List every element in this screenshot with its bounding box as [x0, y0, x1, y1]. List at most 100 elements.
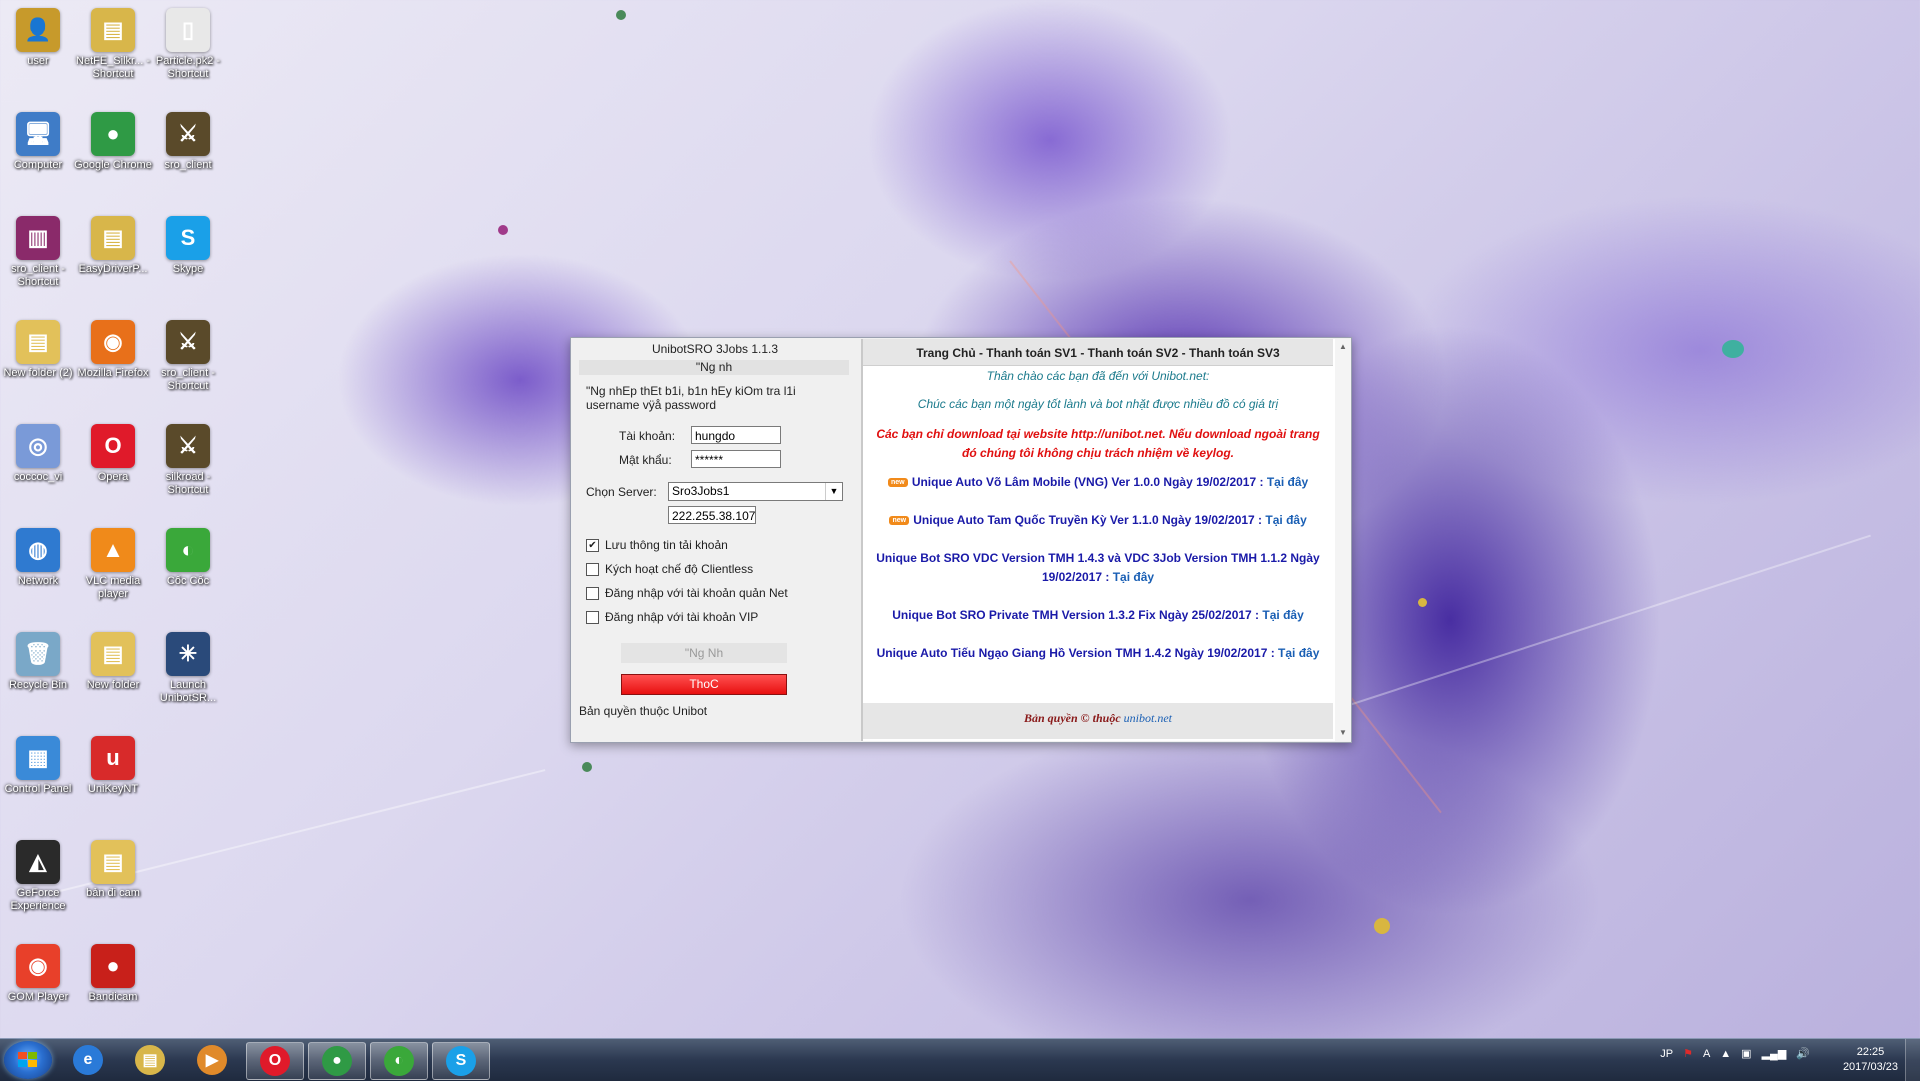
app-icon[interactable]: ● [91, 112, 135, 156]
tray-expand-icon[interactable]: ▲ [1720, 1048, 1731, 1060]
desktop-icon[interactable]: ▤ New folder (2) [0, 320, 77, 380]
app-icon[interactable]: 🗑 [16, 632, 60, 676]
exit-button[interactable]: ThoC [621, 674, 787, 695]
app-icon[interactable]: O [91, 424, 135, 468]
desktop-icon[interactable]: ▥ sro_client - Shortcut [0, 216, 77, 289]
desktop-icon[interactable]: 🖥 Computer [0, 112, 77, 172]
app-icon[interactable]: 🖥 [16, 112, 60, 156]
password-input[interactable]: ****** [691, 450, 781, 468]
desktop-icon[interactable]: ◭ GeForce Experience [0, 840, 77, 913]
save-account-checkbox[interactable]: ✔ Lưu thông tin tải khoản [586, 538, 728, 552]
app-icon[interactable]: ▯ [166, 8, 210, 52]
download-link-4[interactable]: Unique Auto Tiếu Ngạo Giang Hồ Version T… [869, 644, 1327, 663]
app-icon[interactable]: ● [91, 944, 135, 988]
taskbar-media-player[interactable]: ▶ [184, 1042, 240, 1078]
checkbox-checked-icon[interactable]: ✔ [586, 538, 599, 552]
network-signal-icon[interactable]: ▂▄▆ [1762, 1047, 1787, 1060]
vip-account-checkbox[interactable]: Đăng nhập với tài khoản VIP [586, 610, 758, 624]
app-icon[interactable]: ✳ [166, 632, 210, 676]
app-icon[interactable]: ◭ [16, 840, 60, 884]
app-icon[interactable]: ◎ [16, 424, 60, 468]
app-icon[interactable]: ▤ [91, 840, 135, 884]
clientless-checkbox[interactable]: Kých hoạt chế độ Clientless [586, 562, 753, 576]
desktop-icon[interactable]: ✳ Launch UnibotSR... [149, 632, 227, 705]
desktop-icon[interactable]: ⚔ silkroad - Shortcut [149, 424, 227, 497]
checkbox-icon[interactable] [586, 610, 599, 624]
app-icon[interactable]: ▤ [91, 216, 135, 260]
app-icon[interactable]: ⚔ [166, 320, 210, 364]
desktop-icon[interactable]: O Opera [74, 424, 152, 484]
taskbar-skype[interactable]: S [432, 1042, 490, 1080]
taskbar-opera[interactable]: O [246, 1042, 304, 1080]
app-icon[interactable]: ◍ [16, 528, 60, 572]
app-icon[interactable]: 👤 [16, 8, 60, 52]
desktop-icon[interactable]: S Skype [149, 216, 227, 276]
app-icon[interactable]: ◉ [91, 320, 135, 364]
download-here-link[interactable]: Tại đây [1265, 513, 1306, 527]
desktop-icon[interactable]: ▯ Particle.pk2 - Shortcut [149, 8, 227, 81]
desktop-icon[interactable]: ● Bandicam [74, 944, 152, 1004]
username-input[interactable]: hungdo [691, 426, 781, 444]
net-account-checkbox[interactable]: Đăng nhập với tài khoản quản Net [586, 586, 788, 600]
download-link-2[interactable]: Unique Bot SRO VDC Version TMH 1.4.3 và … [869, 549, 1327, 587]
scrollbar[interactable]: ▲ ▼ [1335, 339, 1351, 741]
desktop-icon[interactable]: ◍ Network [0, 528, 77, 588]
download-here-link[interactable]: Tại đây [1278, 646, 1319, 660]
desktop-icon[interactable]: u UniKeyNT [74, 736, 152, 796]
app-icon[interactable]: ▲ [91, 528, 135, 572]
app-icon[interactable]: u [91, 736, 135, 780]
app-icon[interactable]: ⚔ [166, 424, 210, 468]
news-nav[interactable]: Trang Chủ - Thanh toán SV1 - Thanh toán … [863, 339, 1333, 366]
download-link-3[interactable]: Unique Bot SRO Private TMH Version 1.3.2… [869, 606, 1327, 625]
desktop-icon[interactable]: ◎ coccoc_vi [0, 424, 77, 484]
taskbar-coccoc[interactable]: ◐ [370, 1042, 428, 1080]
show-desktop-button[interactable] [1905, 1039, 1920, 1081]
chevron-down-icon[interactable]: ▼ [825, 483, 842, 500]
flag-icon[interactable]: ⚑ [1683, 1047, 1693, 1060]
server-ip-field[interactable]: 222.255.38.107 [668, 506, 756, 524]
action-center-icon[interactable]: ▣ [1741, 1047, 1751, 1060]
language-indicator[interactable]: JP [1660, 1048, 1673, 1060]
app-icon[interactable]: ▦ [16, 736, 60, 780]
desktop-icon[interactable]: ▤ New folder [74, 632, 152, 692]
download-link-1[interactable]: new Unique Auto Tam Quốc Truyền Kỳ Ver 1.… [869, 511, 1327, 530]
login-button[interactable]: "Ng Nh [621, 643, 787, 663]
clock[interactable]: 22:25 2017/03/23 [1843, 1045, 1898, 1075]
desktop-icon[interactable]: ◉ Mozilla Firefox [74, 320, 152, 380]
app-icon[interactable]: ▤ [91, 632, 135, 676]
app-icon[interactable]: ▤ [91, 8, 135, 52]
download-here-link[interactable]: Tại đây [1262, 608, 1303, 622]
desktop-icon[interactable]: 🗑 Recycle Bin [0, 632, 77, 692]
app-icon[interactable]: ◉ [16, 944, 60, 988]
scroll-down-icon[interactable]: ▼ [1335, 725, 1351, 741]
download-here-link[interactable]: Tại đây [1267, 475, 1308, 489]
server-select[interactable]: Sro3Jobs1 ▼ [668, 482, 843, 501]
checkbox-icon[interactable] [586, 562, 599, 576]
taskbar-internet-explorer[interactable]: e [60, 1042, 116, 1078]
app-icon[interactable]: ▥ [16, 216, 60, 260]
app-icon[interactable]: ▤ [16, 320, 60, 364]
footer-site-link[interactable]: unibot.net [1124, 711, 1172, 725]
desktop-icon[interactable]: ⚔ sro_client [149, 112, 227, 172]
download-link-0[interactable]: new Unique Auto Võ Lâm Mobile (VNG) Ver 1… [869, 473, 1327, 492]
desktop-icon[interactable]: ● Google Chrome [74, 112, 152, 172]
desktop-icon[interactable]: ⚔ sro_client - Shortcut [149, 320, 227, 393]
desktop-icon[interactable]: 👤 user [0, 8, 77, 68]
taskbar-chrome[interactable]: ● [308, 1042, 366, 1080]
desktop-icon[interactable]: ▤ EasyDriverP... [74, 216, 152, 276]
desktop-icon[interactable]: ▤ bản đi cam [74, 840, 152, 900]
desktop-icon[interactable]: ◐ Cốc Cốc [149, 528, 227, 588]
volume-icon[interactable]: 🔊 [1796, 1047, 1810, 1060]
scroll-up-icon[interactable]: ▲ [1335, 339, 1351, 355]
desktop-icon[interactable]: ◉ GOM Player [0, 944, 77, 1004]
download-here-link[interactable]: Tại đây [1113, 570, 1154, 584]
ime-indicator[interactable]: A [1703, 1048, 1710, 1060]
app-icon[interactable]: ⚔ [166, 112, 210, 156]
desktop-icon[interactable]: ▲ VLC media player [74, 528, 152, 601]
desktop-icon[interactable]: ▤ NetFE_Silkr... - Shortcut [74, 8, 152, 81]
checkbox-icon[interactable] [586, 586, 599, 600]
start-button[interactable] [4, 1041, 52, 1079]
app-icon[interactable]: S [166, 216, 210, 260]
app-icon[interactable]: ◐ [166, 528, 210, 572]
desktop-icon[interactable]: ▦ Control Panel [0, 736, 77, 796]
